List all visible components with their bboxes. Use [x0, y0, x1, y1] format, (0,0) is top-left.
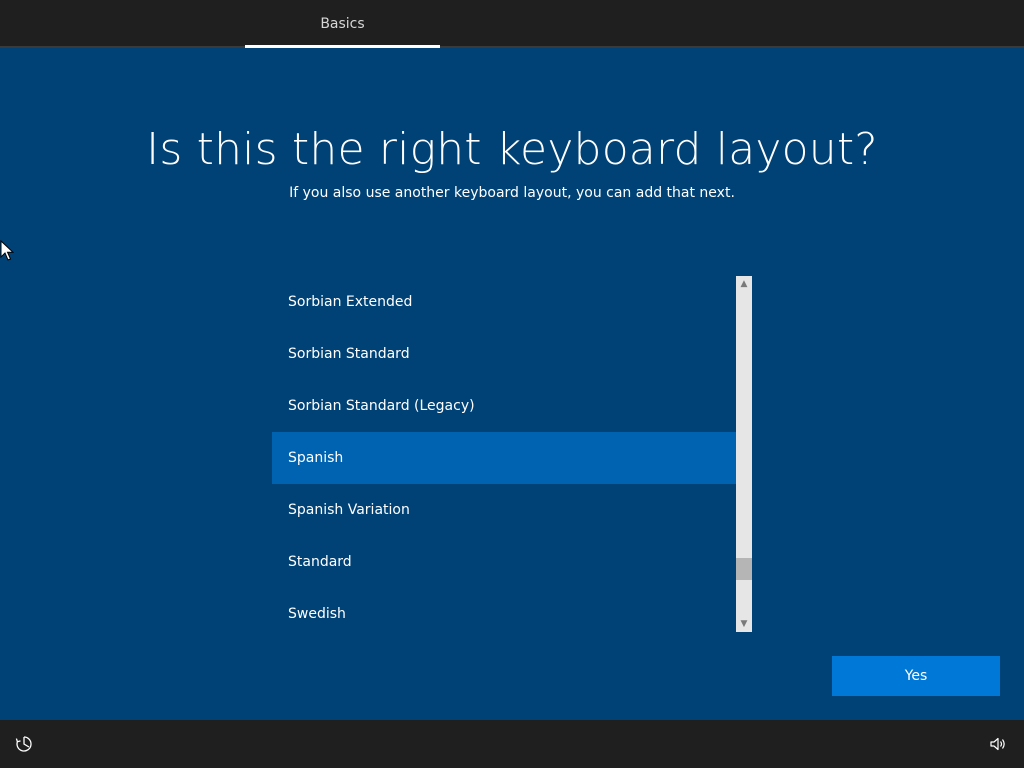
page-title: Is this the right keyboard layout?	[146, 124, 878, 175]
scroll-up-arrow-icon[interactable]: ▲	[736, 276, 752, 292]
list-item[interactable]: Swedish	[272, 588, 736, 632]
list-item[interactable]: Sorbian Extended	[272, 276, 736, 328]
scroll-down-arrow-icon[interactable]: ▼	[736, 616, 752, 632]
list-item[interactable]: Sorbian Standard	[272, 328, 736, 380]
bottom-bar	[0, 720, 1024, 768]
list-item[interactable]: Spanish Variation	[272, 484, 736, 536]
list-scrollbar[interactable]: ▲ ▼	[736, 276, 752, 632]
list-item-selected[interactable]: Spanish	[272, 432, 736, 484]
ease-of-access-icon[interactable]	[14, 734, 34, 754]
list-item[interactable]: Standard	[272, 536, 736, 588]
page-subtitle: If you also use another keyboard layout,…	[289, 185, 735, 201]
scroll-thumb[interactable]	[736, 558, 752, 580]
volume-icon[interactable]	[988, 734, 1008, 754]
keyboard-layout-items: Sorbian Extended Sorbian Standard Sorbia…	[272, 276, 736, 632]
step-tab-underline	[245, 45, 440, 48]
mouse-cursor-icon	[0, 240, 14, 261]
oobe-screen: Basics Is this the right keyboard layout…	[0, 0, 1024, 768]
yes-button[interactable]: Yes	[832, 656, 1000, 696]
list-item[interactable]: Sorbian Standard (Legacy)	[272, 380, 736, 432]
top-bar: Basics	[0, 0, 1024, 48]
keyboard-layout-list[interactable]: Sorbian Extended Sorbian Standard Sorbia…	[272, 276, 752, 632]
step-tab-basics: Basics	[320, 16, 365, 32]
